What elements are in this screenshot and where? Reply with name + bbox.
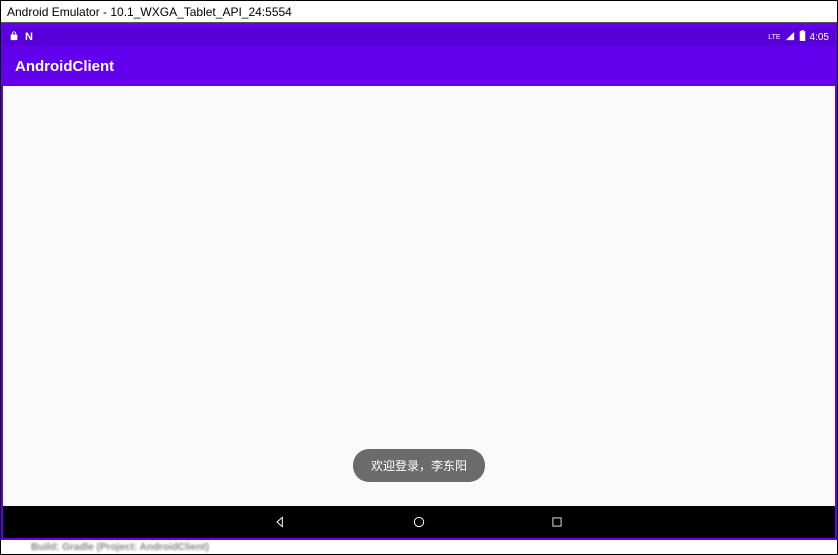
window-titlebar[interactable]: Android Emulator - 10.1_WXGA_Tablet_API_… <box>1 1 837 23</box>
lte-label: LTE <box>768 34 780 41</box>
app-action-bar: AndroidClient <box>3 46 835 86</box>
n-preview-icon: N <box>25 31 33 43</box>
emulator-shell: N LTE 4:05 AndroidClient 欢迎登录，李东阳 <box>1 23 837 540</box>
window-title: Android Emulator - 10.1_WXGA_Tablet_API_… <box>7 5 292 19</box>
ide-strip-text: Build: Gradle (Project: AndroidClient) <box>31 542 209 553</box>
nav-home-button[interactable] <box>410 513 428 531</box>
android-nav-bar <box>3 506 835 538</box>
ide-bottom-strip: Build: Gradle (Project: AndroidClient) <box>1 540 837 554</box>
emulator-window: Android Emulator - 10.1_WXGA_Tablet_API_… <box>0 0 838 555</box>
app-title: AndroidClient <box>15 58 114 75</box>
nav-recents-button[interactable] <box>548 513 566 531</box>
status-bar-left: N <box>9 31 33 44</box>
status-clock: 4:05 <box>810 32 829 43</box>
toast-message: 欢迎登录，李东阳 <box>353 449 485 482</box>
lock-icon <box>9 31 19 44</box>
toast-text: 欢迎登录，李东阳 <box>371 459 467 473</box>
signal-icon <box>785 31 795 44</box>
android-status-bar[interactable]: N LTE 4:05 <box>3 28 835 46</box>
nav-back-button[interactable] <box>272 513 290 531</box>
app-content-area[interactable]: 欢迎登录，李东阳 <box>3 86 835 506</box>
status-bar-right: LTE 4:05 <box>768 30 829 44</box>
battery-icon <box>799 30 806 44</box>
